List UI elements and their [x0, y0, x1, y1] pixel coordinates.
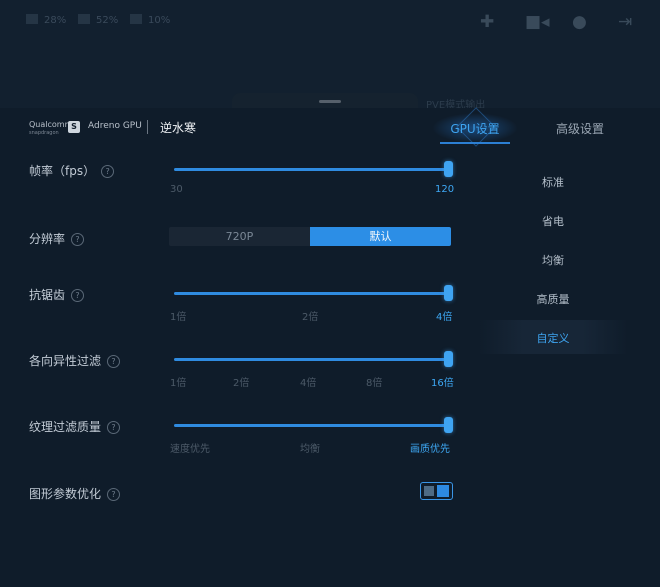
plus-icon[interactable]: ✚ [480, 12, 494, 32]
fps-slider-handle[interactable] [444, 161, 453, 177]
mode-item-custom[interactable]: 自定义 [478, 330, 628, 346]
graphics-opt-toggle[interactable] [420, 482, 453, 500]
gpu-name: Adreno GPU [88, 121, 142, 131]
help-icon[interactable]: ? [107, 355, 121, 368]
anisotropic-slider-track[interactable] [174, 358, 448, 361]
texture-quality-tick: 均衡 [300, 444, 320, 455]
gpu-icon [130, 14, 142, 24]
anisotropic-row-label: 各向异性过滤? [29, 352, 121, 369]
antialias-slider-track[interactable] [174, 292, 448, 295]
game-title: 逆水寒 [160, 121, 197, 135]
anisotropic-tick: 8倍 [366, 378, 383, 389]
status-stat-1: 28% [26, 14, 66, 26]
qualcomm-logo: Qualcomm snapdragon [29, 120, 73, 137]
cpu-icon [78, 14, 90, 24]
anisotropic-slider-handle[interactable] [444, 351, 453, 367]
tab-advanced-settings[interactable]: 高级设置 [540, 120, 620, 137]
header-divider [147, 120, 148, 134]
antialias-tick: 4倍 [436, 312, 453, 323]
mode-item-high-quality[interactable]: 高质量 [478, 291, 628, 307]
help-icon[interactable]: ? [101, 165, 115, 178]
exit-icon[interactable]: ⇥ [618, 12, 632, 32]
anisotropic-tick: 16倍 [431, 378, 454, 389]
antialias-row-label: 抗锯齿? [29, 286, 85, 303]
snapdragon-icon: S [68, 121, 80, 133]
anisotropic-tick: 4倍 [300, 378, 317, 389]
fps-min-label: 30 [170, 184, 183, 195]
anisotropic-tick: 2倍 [233, 378, 250, 389]
antialias-tick: 2倍 [302, 312, 319, 323]
status-stat-3: 10% [130, 14, 170, 26]
tab-gpu-label: GPU设置 [450, 122, 500, 136]
antialias-slider-handle[interactable] [444, 285, 453, 301]
anisotropic-tick: 1倍 [170, 378, 187, 389]
texture-quality-slider-handle[interactable] [444, 417, 453, 433]
resolution-option-720p[interactable]: 720P [169, 227, 310, 246]
fps-slider-track[interactable] [174, 168, 448, 171]
fps-row-label: 帧率（fps）? [29, 162, 115, 179]
fps-max-label: 120 [435, 184, 455, 195]
texture-quality-slider-track[interactable] [174, 424, 448, 427]
drawer-handle[interactable] [319, 100, 341, 103]
help-icon[interactable]: ? [71, 289, 85, 302]
toggle-thumb [437, 485, 449, 497]
texture-quality-tick: 画质优先 [410, 444, 450, 455]
texture-quality-row-label: 纹理过滤质量? [29, 418, 121, 435]
texture-quality-tick: 速度优先 [170, 444, 210, 455]
record-icon[interactable]: ■◂ [525, 12, 550, 32]
graphics-opt-row-label: 图形参数优化? [29, 485, 121, 502]
resolution-segmented-control: 720P 默认 [169, 227, 451, 246]
mode-item-balanced[interactable]: 均衡 [478, 252, 628, 268]
antialias-tick: 1倍 [170, 312, 187, 323]
status-stat-2: 52% [78, 14, 118, 26]
mode-item-standard[interactable]: 标准 [478, 174, 628, 190]
resolution-option-default[interactable]: 默认 [310, 227, 451, 246]
tab-gpu-settings[interactable]: GPU设置 [432, 107, 518, 147]
help-icon[interactable]: ? [107, 488, 121, 501]
toggle-track-off [424, 486, 434, 496]
help-icon[interactable]: ? [71, 233, 85, 246]
mode-item-power-save[interactable]: 省电 [478, 213, 628, 229]
help-icon[interactable]: ? [107, 421, 121, 434]
settings-icon[interactable]: ● [572, 12, 587, 32]
bolt-icon [26, 14, 38, 24]
resolution-row-label: 分辨率? [29, 230, 85, 247]
tab-underline [440, 142, 510, 144]
